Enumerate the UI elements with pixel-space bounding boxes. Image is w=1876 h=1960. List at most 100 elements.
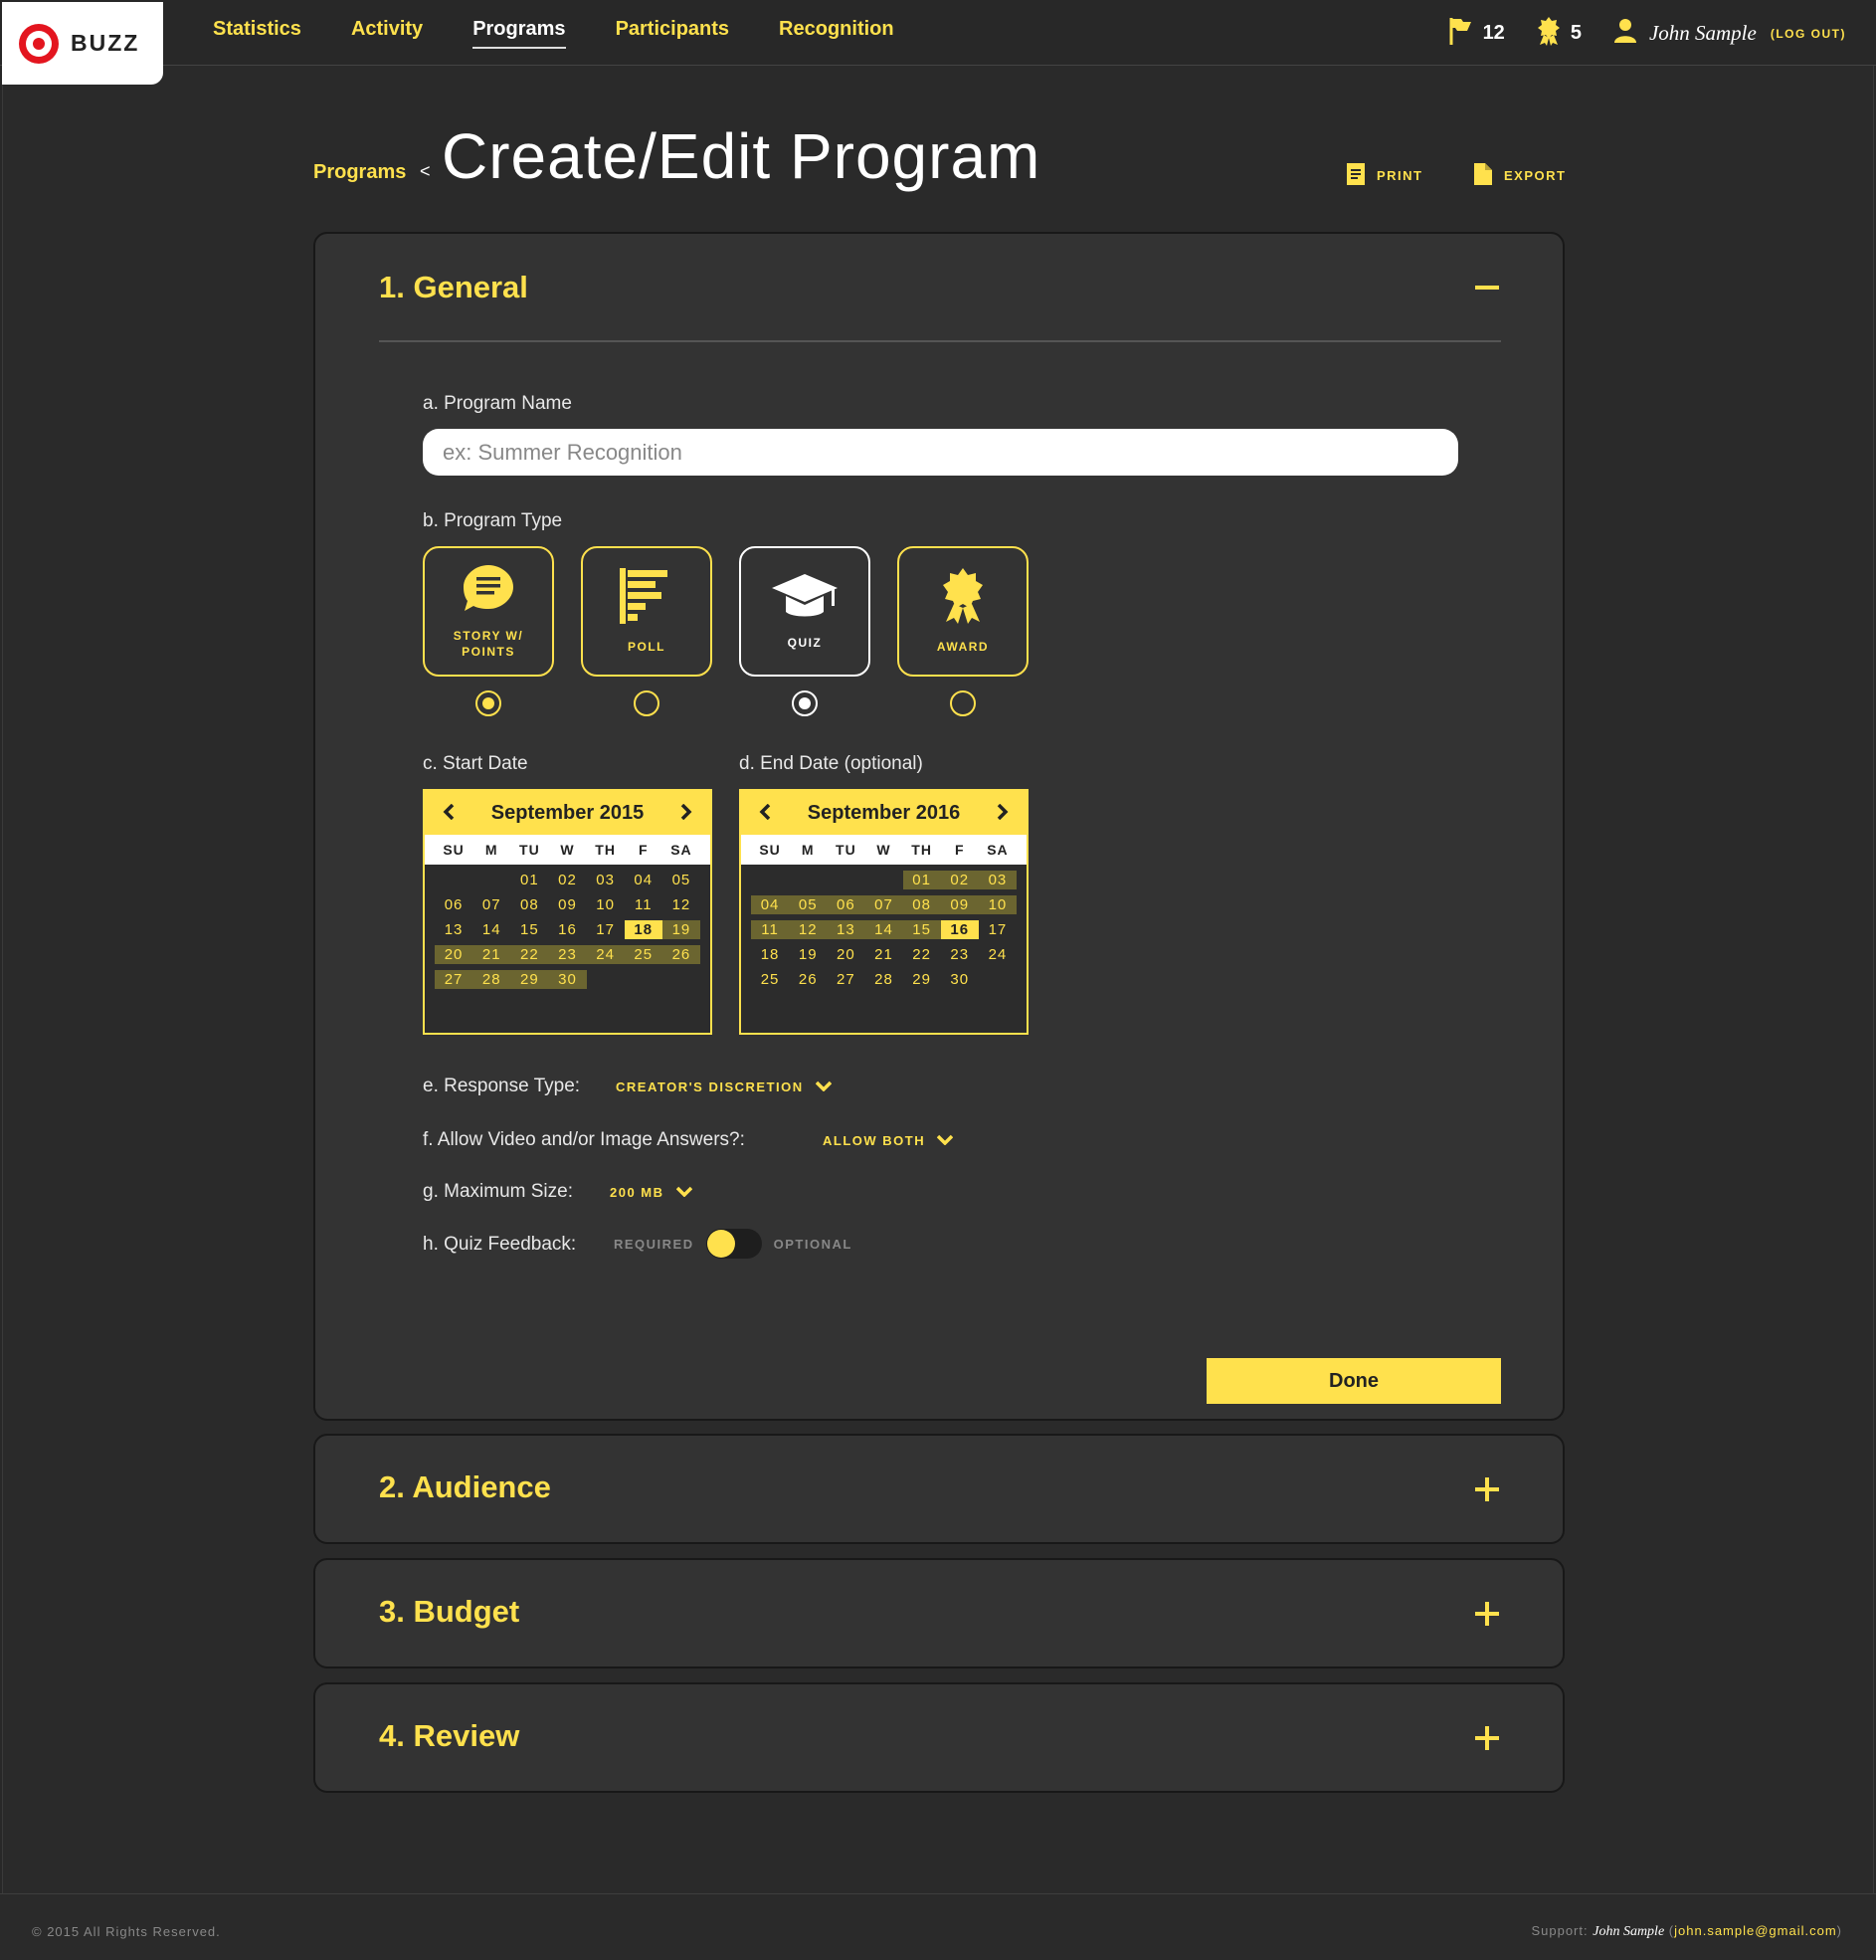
print-button[interactable]: PRINT — [1347, 163, 1423, 188]
section-general-title[interactable]: 1. General — [379, 270, 528, 305]
calendar-day[interactable]: 27 — [827, 970, 864, 989]
calendar-day[interactable]: 24 — [586, 945, 625, 964]
calendar-day[interactable]: 26 — [789, 970, 827, 989]
section-audience-title[interactable]: 2. Audience — [379, 1470, 551, 1505]
calendar-day[interactable]: 03 — [587, 871, 625, 889]
calendar-day[interactable]: 14 — [864, 920, 903, 939]
calendar-day[interactable]: 28 — [864, 970, 902, 989]
calendar-day[interactable]: 19 — [789, 945, 827, 964]
calendar-day[interactable]: 05 — [789, 895, 828, 914]
calendar-day[interactable]: 10 — [978, 895, 1017, 914]
calendar-day[interactable]: 13 — [827, 920, 865, 939]
expand-icon[interactable] — [1473, 1600, 1501, 1628]
program-type-award[interactable]: AWARD — [897, 546, 1029, 677]
calendar-day[interactable]: 20 — [435, 945, 473, 964]
calendar-day[interactable]: 09 — [548, 895, 586, 914]
flags-counter[interactable]: 12 — [1447, 16, 1505, 51]
section-review-title[interactable]: 4. Review — [379, 1718, 519, 1754]
expand-icon[interactable] — [1473, 1475, 1501, 1503]
calendar-day[interactable]: 17 — [587, 920, 625, 939]
calendar-day[interactable]: 09 — [940, 895, 979, 914]
calendar-day[interactable]: 23 — [548, 945, 587, 964]
chevron-right-icon[interactable] — [680, 800, 692, 826]
radio-award[interactable] — [950, 690, 976, 716]
calendar-day[interactable]: 16 — [548, 920, 586, 939]
program-type-story[interactable]: STORY W/POINTS — [423, 546, 554, 677]
program-name-input[interactable] — [423, 429, 1458, 476]
program-type-poll[interactable]: POLL — [581, 546, 712, 677]
calendar-day[interactable]: 13 — [435, 920, 472, 939]
radio-story[interactable] — [475, 690, 501, 716]
calendar-day[interactable]: 06 — [435, 895, 472, 914]
calendar-day[interactable]: 29 — [510, 970, 549, 989]
calendar-day[interactable]: 07 — [472, 895, 510, 914]
calendar-day[interactable]: 02 — [940, 871, 979, 889]
calendar-day[interactable]: 18 — [624, 920, 662, 939]
calendar-day[interactable]: 10 — [587, 895, 625, 914]
calendar-day[interactable]: 21 — [472, 945, 511, 964]
max-size-dropdown[interactable]: 200 MB — [610, 1185, 692, 1200]
calendar-day[interactable]: 24 — [979, 945, 1017, 964]
calendar-day[interactable]: 08 — [902, 895, 941, 914]
calendar-day[interactable]: 25 — [624, 945, 662, 964]
collapse-icon[interactable] — [1473, 274, 1501, 301]
calendar-day[interactable]: 15 — [902, 920, 941, 939]
calendar-day[interactable]: 12 — [662, 895, 700, 914]
calendar-day[interactable]: 14 — [472, 920, 510, 939]
nav-recognition[interactable]: Recognition — [779, 18, 894, 49]
calendar-day[interactable]: 22 — [903, 945, 941, 964]
calendar-day[interactable]: 07 — [864, 895, 903, 914]
calendar-day[interactable]: 04 — [751, 895, 790, 914]
section-budget-title[interactable]: 3. Budget — [379, 1594, 519, 1630]
calendar-day[interactable]: 30 — [941, 970, 979, 989]
calendar-day[interactable]: 17 — [979, 920, 1017, 939]
calendar-day[interactable]: 30 — [548, 970, 587, 989]
breadcrumb-programs[interactable]: Programs — [313, 161, 406, 184]
awards-counter[interactable]: 5 — [1537, 16, 1582, 51]
calendar-day[interactable]: 04 — [625, 871, 662, 889]
chevron-right-icon[interactable] — [997, 800, 1009, 826]
calendar-day[interactable]: 12 — [789, 920, 828, 939]
nav-programs[interactable]: Programs — [472, 18, 566, 49]
calendar-day[interactable]: 19 — [661, 920, 700, 939]
calendar-day[interactable]: 01 — [510, 871, 548, 889]
radio-poll[interactable] — [634, 690, 659, 716]
calendar-day[interactable]: 27 — [435, 970, 473, 989]
nav-statistics[interactable]: Statistics — [213, 18, 301, 49]
calendar-day[interactable]: 16 — [940, 920, 979, 939]
expand-icon[interactable] — [1473, 1724, 1501, 1752]
calendar-day[interactable]: 18 — [751, 945, 789, 964]
calendar-day[interactable]: 15 — [510, 920, 548, 939]
calendar-day[interactable]: 05 — [662, 871, 700, 889]
radio-quiz[interactable] — [792, 690, 818, 716]
export-button[interactable]: EXPORT — [1474, 163, 1566, 188]
calendar-day[interactable]: 22 — [510, 945, 549, 964]
quiz-feedback-toggle[interactable] — [705, 1229, 762, 1259]
calendar-day[interactable]: 23 — [941, 945, 979, 964]
calendar-day[interactable]: 11 — [625, 895, 662, 914]
calendar-day[interactable]: 01 — [902, 871, 941, 889]
calendar-day[interactable]: 08 — [510, 895, 548, 914]
calendar-day[interactable]: 26 — [661, 945, 700, 964]
chevron-left-icon[interactable] — [759, 800, 771, 826]
nav-activity[interactable]: Activity — [351, 18, 423, 49]
calendar-day[interactable]: 20 — [827, 945, 864, 964]
calendar-day[interactable]: 29 — [903, 970, 941, 989]
chevron-left-icon[interactable] — [443, 800, 455, 826]
nav-participants[interactable]: Participants — [616, 18, 729, 49]
calendar-day[interactable]: 21 — [864, 945, 902, 964]
done-button[interactable]: Done — [1207, 1358, 1501, 1404]
calendar-day[interactable]: 25 — [751, 970, 789, 989]
calendar-day[interactable]: 02 — [548, 871, 586, 889]
support-email-link[interactable]: john.sample@gmail.com — [1674, 1923, 1837, 1938]
calendar-day[interactable]: 06 — [827, 895, 865, 914]
calendar-day[interactable]: 11 — [751, 920, 790, 939]
logout-link[interactable]: (LOG OUT) — [1771, 27, 1846, 41]
response-type-dropdown[interactable]: CREATOR'S DISCRETION — [616, 1079, 832, 1094]
calendar-day[interactable]: 28 — [472, 970, 511, 989]
allow-media-dropdown[interactable]: ALLOW BOTH — [823, 1133, 954, 1148]
calendar-day[interactable]: 03 — [978, 871, 1017, 889]
user-menu[interactable]: John Sample (LOG OUT) — [1613, 18, 1846, 49]
program-type-quiz[interactable]: QUIZ — [739, 546, 870, 677]
buzz-logo[interactable]: BUZZ — [2, 2, 163, 85]
